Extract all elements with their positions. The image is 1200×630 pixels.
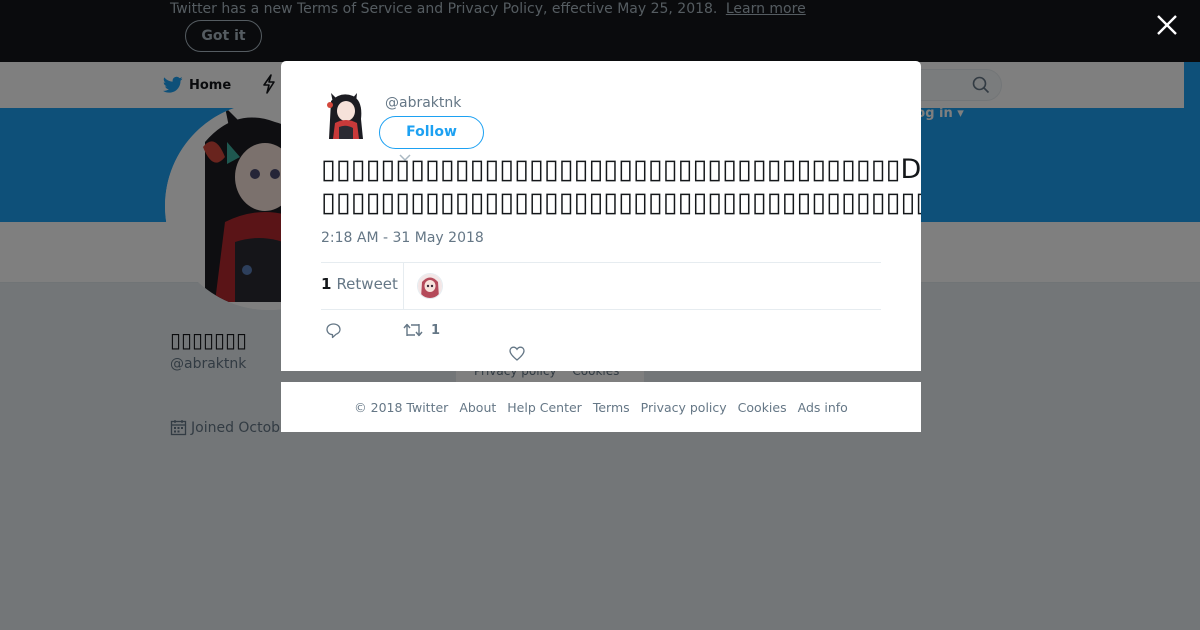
footer-ads-link[interactable]: Ads info (798, 400, 848, 415)
tweet-text: ▯▯▯▯▯▯▯▯▯▯▯▯▯▯▯▯▯▯▯▯▯▯▯▯▯▯▯▯▯▯▯▯▯▯▯▯▯▯▯D… (321, 153, 921, 219)
close-icon[interactable] (1154, 12, 1180, 38)
retweet-stat[interactable]: 1 Retweet (321, 275, 398, 293)
author-avatar-illustration (327, 93, 363, 139)
follow-button[interactable]: Follow (379, 116, 484, 149)
footer-cookies-link[interactable]: Cookies (738, 400, 787, 415)
retweet-action-count: 1 (431, 322, 441, 338)
like-button[interactable] (509, 346, 525, 361)
retweeter-avatar-illustration (418, 274, 442, 298)
tweet-author-avatar[interactable] (321, 91, 369, 141)
retweeter-avatar[interactable] (417, 273, 443, 299)
tweet-text-line-1: ▯▯▯▯▯▯▯▯▯▯▯▯▯▯▯▯▯▯▯▯▯▯▯▯▯▯▯▯▯▯▯▯▯▯▯▯▯▯▯D… (321, 154, 921, 185)
reply-icon (326, 323, 341, 339)
tweet-modal: @abraktnk Follow ▯▯▯▯▯▯▯▯▯▯▯▯▯▯▯▯▯▯▯▯▯▯▯… (281, 61, 921, 371)
footer-terms-link[interactable]: Terms (593, 400, 630, 415)
tweet-text-line-2: ▯▯▯▯▯▯▯▯▯▯▯▯▯▯▯▯▯▯▯▯▯▯▯▯▯▯▯▯▯▯▯▯▯▯▯▯▯▯▯▯… (321, 187, 921, 218)
modal-footer: © 2018 Twitter About Help Center Terms P… (281, 382, 921, 432)
retweet-label: Retweet (336, 275, 398, 293)
footer-about-link[interactable]: About (459, 400, 496, 415)
retweet-button[interactable]: 1 (403, 322, 440, 338)
footer-help-link[interactable]: Help Center (507, 400, 582, 415)
heart-icon (509, 346, 525, 361)
stats-divider (403, 263, 404, 309)
tweet-author-handle[interactable]: @abraktnk (385, 95, 461, 111)
footer-privacy-link[interactable]: Privacy policy (641, 400, 727, 415)
retweet-icon (403, 323, 423, 337)
reply-button[interactable] (325, 322, 342, 339)
tweet-actions: 1 (321, 320, 881, 368)
retweet-count: 1 (321, 275, 332, 293)
tweet-timestamp[interactable]: 2:18 AM - 31 May 2018 (321, 230, 484, 246)
tweet-stats: 1 Retweet (321, 262, 881, 310)
footer-copyright: © 2018 Twitter (354, 399, 449, 415)
